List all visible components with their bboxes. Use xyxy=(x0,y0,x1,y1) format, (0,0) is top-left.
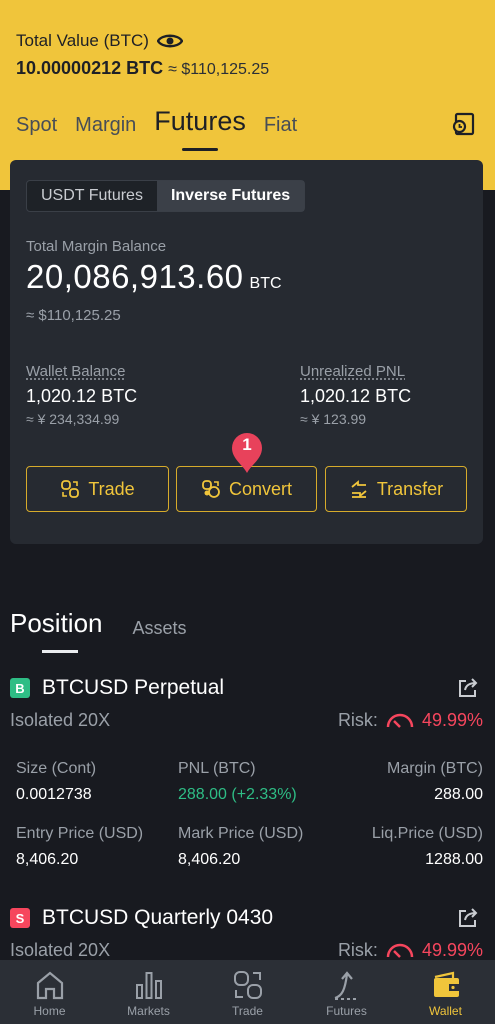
nav-trade[interactable]: Trade xyxy=(198,960,297,1024)
position-card[interactable]: B BTCUSD Perpetual Isolated 20X Risk: 49… xyxy=(0,676,495,876)
risk-indicator: Risk: 49.99% xyxy=(337,710,483,730)
total-value-fiat: ≈ $110,125.25 xyxy=(168,61,270,78)
position-symbol: BTCUSD Perpetual xyxy=(42,676,225,699)
mark-price-cell: Mark Price (USD) 8,406.20 xyxy=(178,825,304,868)
bottom-navigation: Home Markets Trade Futures Wallet xyxy=(0,960,495,1024)
position-mode: Isolated 20X xyxy=(10,940,111,960)
risk-gauge-icon xyxy=(386,943,414,958)
tab-futures[interactable]: Futures xyxy=(154,106,246,151)
total-margin-fiat: ≈ $110,125.25 xyxy=(26,307,121,324)
entry-price-cell: Entry Price (USD) 8,406.20 xyxy=(16,825,144,868)
total-margin-unit: BTC xyxy=(249,275,282,292)
segment-usdt-futures[interactable]: USDT Futures xyxy=(27,181,157,211)
risk-value: 49.99% xyxy=(421,940,483,960)
total-value-label: Total Value (BTC) xyxy=(16,31,183,51)
tab-assets[interactable]: Assets xyxy=(133,618,187,639)
nav-markets[interactable]: Markets xyxy=(99,960,198,1024)
history-icon[interactable] xyxy=(451,112,475,136)
total-margin-label: Total Margin Balance xyxy=(26,238,167,255)
wallet-icon xyxy=(433,971,459,997)
liq-price-cell: Liq.Price (USD) 1288.00 xyxy=(371,825,483,868)
pnl-cell: PNL (BTC) 288.00 (+2.33%) xyxy=(178,760,297,803)
position-tabs: Position Assets xyxy=(10,608,187,653)
unrealized-pnl-value: 1,020.12 BTC xyxy=(300,386,412,406)
unrealized-pnl-fiat: ≈ ¥ 123.99 xyxy=(300,411,367,427)
risk-indicator: Risk: 49.99% xyxy=(337,940,483,960)
markets-icon xyxy=(135,972,162,999)
margin-cell: Margin (BTC) 288.00 xyxy=(386,760,483,803)
unrealized-pnl-label[interactable]: Unrealized PNL xyxy=(300,363,411,380)
share-icon[interactable] xyxy=(456,906,480,930)
tab-spot[interactable]: Spot xyxy=(16,114,57,137)
segment-inverse-futures[interactable]: Inverse Futures xyxy=(156,181,305,211)
futures-type-switch: USDT Futures Inverse Futures xyxy=(26,180,306,212)
transfer-icon xyxy=(351,480,367,498)
sell-badge: S xyxy=(10,908,30,928)
nav-wallet[interactable]: Wallet xyxy=(396,960,495,1024)
risk-gauge-icon xyxy=(386,713,414,728)
risk-value: 49.99% xyxy=(421,710,483,730)
wallet-balance: Wallet Balance 1,020.12 BTC ≈ ¥ 234,334.… xyxy=(26,363,137,427)
nav-home[interactable]: Home xyxy=(0,960,99,1024)
futures-icon xyxy=(334,971,359,1000)
guide-marker-number: 1 xyxy=(242,435,252,454)
trade-icon xyxy=(61,480,80,498)
position-card[interactable]: S BTCUSD Quarterly 0430 Isolated 20X Ris… xyxy=(0,906,495,960)
total-margin-value: 20,086,913.60 BTC xyxy=(26,258,282,295)
unrealized-pnl: Unrealized PNL 1,020.12 BTC ≈ ¥ 123.99 xyxy=(300,363,411,427)
wallet-balance-label[interactable]: Wallet Balance xyxy=(26,363,137,380)
nav-futures[interactable]: Futures xyxy=(297,960,396,1024)
position-header: B BTCUSD Perpetual xyxy=(10,676,224,700)
tab-fiat[interactable]: Fiat xyxy=(264,114,297,137)
total-value: 10.00000212 BTC ≈ $110,125.25 xyxy=(16,58,269,79)
tab-position[interactable]: Position xyxy=(10,608,103,653)
convert-icon xyxy=(202,480,220,498)
wallet-balance-value: 1,020.12 BTC xyxy=(26,386,138,406)
tab-margin[interactable]: Margin xyxy=(75,114,136,137)
trade-button[interactable]: Trade xyxy=(26,466,169,512)
size-cell: Size (Cont) 0.0012738 xyxy=(16,760,97,803)
eye-icon[interactable] xyxy=(156,32,183,50)
position-mode: Isolated 20X xyxy=(10,710,111,730)
share-icon[interactable] xyxy=(456,676,480,700)
trade-icon xyxy=(233,971,262,999)
account-tabs: Spot Margin Futures Fiat xyxy=(16,106,297,151)
buy-badge: B xyxy=(10,678,30,698)
transfer-button[interactable]: Transfer xyxy=(325,466,467,512)
total-value-btc: 10.00000212 BTC xyxy=(16,58,164,78)
position-symbol: BTCUSD Quarterly 0430 xyxy=(42,906,274,929)
position-header: S BTCUSD Quarterly 0430 xyxy=(10,906,273,930)
futures-balance-card: USDT Futures Inverse Futures Total Margi… xyxy=(10,160,483,544)
home-icon xyxy=(36,971,63,1000)
wallet-balance-fiat: ≈ ¥ 234,334.99 xyxy=(26,411,120,427)
